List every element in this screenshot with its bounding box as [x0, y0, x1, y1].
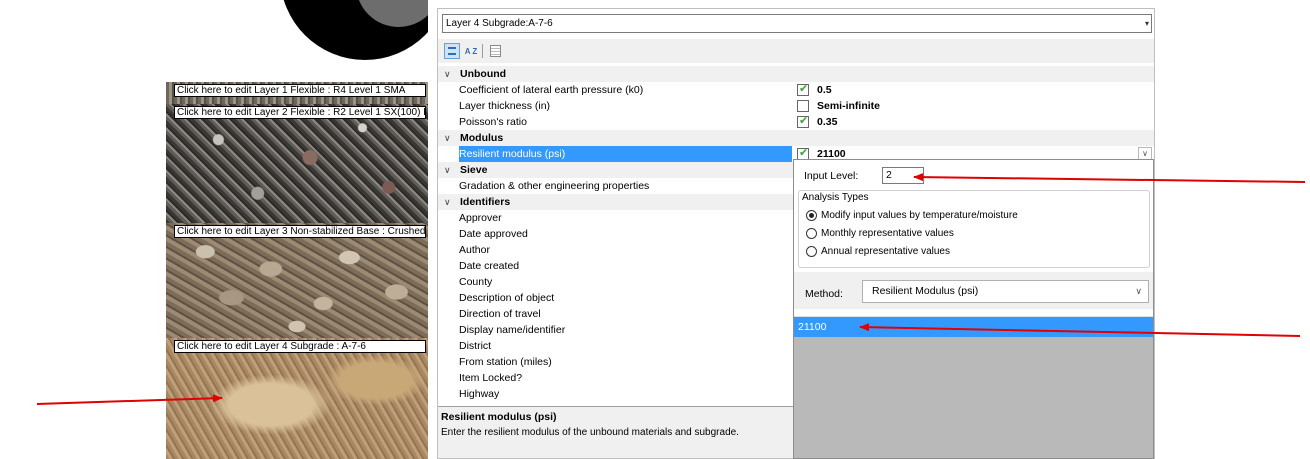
property-name: Layer thickness (in) — [459, 100, 551, 112]
radio-selected-icon[interactable] — [806, 210, 817, 221]
property-name: Coefficient of lateral earth pressure (k… — [459, 84, 644, 96]
layer-3-image[interactable]: Click here to edit Layer 3 Non-stabilize… — [166, 223, 428, 338]
radio-label: Modify input values by temperature/moist… — [821, 210, 1018, 221]
property-name: Description of object — [459, 292, 555, 304]
description-title: Resilient modulus (psi) — [441, 411, 557, 423]
layer-4-edit-link[interactable]: Click here to edit Layer 4 Subgrade : A-… — [174, 340, 426, 353]
object-selector-label: Layer 4 Subgrade:A-7-6 — [446, 18, 553, 29]
radio-label: Annual representative values — [821, 246, 950, 257]
category-label: Modulus — [460, 132, 504, 144]
property-name: Gradation & other engineering properties — [459, 180, 650, 192]
radio-unselected-icon[interactable] — [806, 228, 817, 239]
property-value[interactable]: 0.35 — [795, 114, 1154, 130]
collapse-chevron-icon[interactable]: ∨ — [444, 130, 451, 146]
layer-2-image[interactable]: Click here to edit Layer 2 Flexible : R2… — [166, 104, 428, 223]
value-list: 21100 — [794, 309, 1153, 458]
property-value[interactable]: 0.5 — [795, 82, 1154, 98]
layer-1-edit-link[interactable]: Click here to edit Layer 1 Flexible : R4… — [174, 84, 426, 97]
category-label: Identifiers — [460, 196, 511, 208]
input-level-field[interactable]: 2 — [882, 167, 924, 184]
radio-unselected-icon[interactable] — [806, 246, 817, 257]
category-unbound[interactable]: ∨ Unbound — [438, 66, 1154, 82]
collapse-chevron-icon[interactable]: ∨ — [444, 66, 451, 82]
layer-3-edit-link[interactable]: Click here to edit Layer 3 Non-stabilize… — [174, 225, 426, 238]
method-label: Method: — [805, 288, 843, 300]
property-name: Highway — [459, 388, 500, 400]
chevron-down-icon[interactable]: ∨ — [1135, 281, 1142, 302]
chevron-down-icon[interactable]: ▾ — [1145, 15, 1149, 32]
description-text: Enter the resilient modulus of the unbou… — [441, 427, 739, 438]
property-name: Poisson's ratio — [459, 116, 527, 128]
method-value: Resilient Modulus (psi) — [872, 285, 979, 297]
category-label: Unbound — [460, 68, 507, 80]
property-name: Direction of travel — [459, 308, 541, 320]
toolbar-separator — [482, 44, 483, 58]
categorized-icon[interactable] — [444, 43, 460, 59]
radio-label: Monthly representative values — [821, 228, 954, 239]
collapse-chevron-icon[interactable]: ∨ — [444, 162, 451, 178]
checkbox-icon[interactable] — [797, 114, 809, 128]
analysis-types-title: Analysis Types — [800, 192, 871, 203]
property-row-k0[interactable]: Coefficient of lateral earth pressure (k… — [438, 82, 1154, 98]
property-name: Display name/identifier — [459, 324, 566, 336]
method-dropdown[interactable]: Resilient Modulus (psi) ∨ — [862, 280, 1149, 303]
value-text: Semi-infinite — [817, 100, 881, 112]
property-name: Author — [459, 244, 490, 256]
property-name: Approver — [459, 212, 502, 224]
property-value[interactable]: Semi-infinite — [795, 98, 1154, 114]
property-name: County — [459, 276, 493, 288]
checkbox-icon[interactable] — [797, 100, 809, 112]
layer-2-edit-link[interactable]: Click here to edit Layer 2 Flexible : R2… — [174, 106, 426, 119]
category-modulus[interactable]: ∨ Modulus — [438, 130, 1154, 146]
property-name: Date created — [459, 260, 520, 272]
property-pages-icon[interactable] — [487, 43, 503, 59]
sort-az-label: A Z — [464, 46, 478, 56]
value-list-selected-item[interactable]: 21100 — [794, 317, 1153, 337]
property-name: Date approved — [459, 228, 528, 240]
collapse-chevron-icon[interactable]: ∨ — [444, 194, 451, 210]
method-row: Method: Resilient Modulus (psi) ∨ — [794, 272, 1153, 309]
value-text: 0.5 — [817, 84, 832, 96]
property-name: Resilient modulus (psi) — [459, 146, 792, 162]
layer-1-image[interactable]: Click here to edit Layer 1 Flexible : R4… — [166, 82, 428, 104]
property-toolbar: A Z — [438, 39, 1154, 63]
property-name: From station (miles) — [459, 356, 552, 368]
object-selector[interactable]: Layer 4 Subgrade:A-7-6 ▾ — [442, 14, 1152, 33]
layer-4-image[interactable]: Click here to edit Layer 4 Subgrade : A-… — [166, 338, 428, 459]
property-name: Item Locked? — [459, 372, 523, 384]
input-level-label: Input Level: — [804, 170, 859, 182]
value-text: 0.35 — [817, 116, 838, 128]
resilient-modulus-editor: Input Level: 2 Analysis Types Modify inp… — [793, 159, 1154, 459]
sort-az-icon[interactable]: A Z — [463, 43, 479, 59]
property-name: District — [459, 340, 492, 352]
property-row-poisson[interactable]: Poisson's ratio 0.35 — [438, 114, 1154, 130]
load-wheel-graphic — [166, 0, 428, 82]
category-label: Sieve — [460, 164, 488, 176]
checkbox-icon[interactable] — [797, 82, 809, 96]
layer-stack: Click here to edit Layer 1 Flexible : R4… — [166, 0, 428, 459]
property-row-thickness[interactable]: Layer thickness (in) Semi-infinite — [438, 98, 1154, 114]
value-list-header — [794, 309, 1153, 317]
